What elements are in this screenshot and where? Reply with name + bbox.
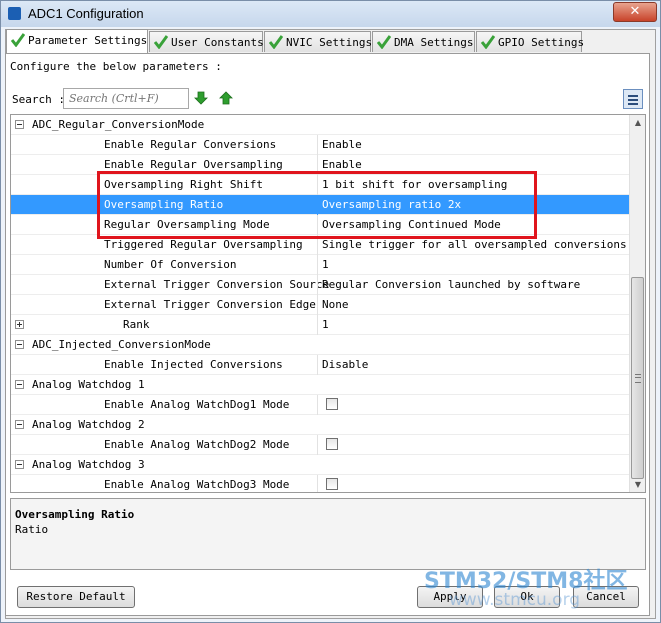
group-label: Analog Watchdog 1 <box>32 378 145 391</box>
description-panel: Oversampling Ratio Ratio <box>10 498 646 570</box>
param-name: Enable Analog WatchDog2 Mode <box>104 438 290 451</box>
tab-label: Parameter Settings <box>28 34 148 47</box>
param-value[interactable]: Enable <box>322 138 362 151</box>
param-row[interactable]: External Trigger Conversion Edge None <box>11 295 629 315</box>
check-icon <box>377 35 391 49</box>
search-label: Search : <box>12 93 65 106</box>
param-row[interactable]: External Trigger Conversion Source Regula… <box>11 275 629 295</box>
collapse-icon[interactable] <box>15 120 24 129</box>
param-name: Enable Regular Conversions <box>104 138 277 151</box>
description-title: Oversampling Ratio <box>15 508 135 521</box>
check-icon <box>481 35 495 49</box>
group-row[interactable]: ADC_Injected_ConversionMode <box>11 335 629 355</box>
param-checkbox[interactable] <box>326 478 338 490</box>
dialog-window: ADC1 Configuration ✕ Parameter Settings … <box>0 0 661 623</box>
param-name: Triggered Regular Oversampling <box>104 238 303 251</box>
param-value[interactable]: Single trigger for all oversampled conve… <box>322 238 627 251</box>
param-value[interactable]: Regular Conversion launched by software <box>322 278 580 291</box>
param-value[interactable]: 1 <box>322 258 329 271</box>
tab-label: GPIO Settings <box>498 36 585 49</box>
param-value[interactable]: Disable <box>322 358 368 371</box>
group-label: ADC_Regular_ConversionMode <box>32 118 205 131</box>
param-name: Number Of Conversion <box>104 258 237 271</box>
param-name: Oversampling Right Shift <box>104 178 263 191</box>
param-row[interactable]: Enable Analog WatchDog1 Mode <box>11 395 629 415</box>
collapse-icon[interactable] <box>15 460 24 469</box>
tab-gpio-settings[interactable]: GPIO Settings <box>476 31 585 52</box>
param-value[interactable]: Oversampling Continued Mode <box>322 218 501 231</box>
app-icon <box>8 7 21 20</box>
param-row[interactable]: Enable Regular Conversions Enable <box>11 135 629 155</box>
param-name: External Trigger Conversion Edge <box>104 298 316 311</box>
param-value[interactable]: Enable <box>322 158 362 171</box>
watermark-url: www.stmcu.org <box>449 590 581 610</box>
check-icon <box>154 35 168 49</box>
param-name: External Trigger Conversion Source <box>104 278 330 291</box>
param-row[interactable]: Enable Analog WatchDog2 Mode <box>11 435 629 455</box>
check-icon <box>11 33 25 47</box>
restore-default-button[interactable]: Restore Default <box>17 586 135 608</box>
param-row[interactable]: Triggered Regular Oversampling Single tri… <box>11 235 629 255</box>
title-bar[interactable]: ADC1 Configuration ✕ <box>1 1 660 27</box>
group-label: Analog Watchdog 2 <box>32 418 145 431</box>
group-label: ADC_Injected_ConversionMode <box>32 338 211 351</box>
param-name: Oversampling Ratio <box>104 198 224 211</box>
parameter-grid: ADC_Regular_ConversionMode Enable Regular… <box>10 114 646 493</box>
collapse-icon[interactable] <box>15 380 24 389</box>
param-row[interactable]: Oversampling Ratio Oversampling ratio 2x <box>11 195 629 215</box>
scroll-thumb[interactable] <box>631 277 644 479</box>
group-label: Analog Watchdog 3 <box>32 458 145 471</box>
collapse-icon[interactable] <box>15 420 24 429</box>
scroll-down-icon[interactable]: ▼ <box>630 477 645 492</box>
param-name: Regular Oversampling Mode <box>104 218 270 231</box>
arrow-up-icon[interactable] <box>219 91 233 105</box>
param-row[interactable]: Enable Analog WatchDog3 Mode <box>11 475 629 492</box>
search-input[interactable] <box>63 88 189 109</box>
window-title: ADC1 Configuration <box>28 6 144 21</box>
param-value[interactable]: 1 <box>322 318 329 331</box>
intro-text: Configure the below parameters : <box>10 60 222 73</box>
tab-label: NVIC Settings <box>286 36 373 49</box>
param-row[interactable]: Oversampling Right Shift 1 bit shift for … <box>11 175 629 195</box>
tab-label: DMA Settings <box>394 36 474 49</box>
param-row[interactable]: Enable Injected Conversions Disable <box>11 355 629 375</box>
vertical-scrollbar[interactable]: ▲ ▼ <box>629 115 645 492</box>
param-name: Enable Analog WatchDog1 Mode <box>104 398 290 411</box>
tab-label: User Constants <box>171 36 264 49</box>
arrow-down-icon[interactable] <box>194 91 208 105</box>
param-row[interactable]: Number Of Conversion 1 <box>11 255 629 275</box>
param-name: Enable Injected Conversions <box>104 358 283 371</box>
param-row[interactable]: Enable Regular Oversampling Enable <box>11 155 629 175</box>
param-value[interactable]: None <box>322 298 349 311</box>
param-value[interactable]: Oversampling ratio 2x <box>322 198 461 211</box>
expand-icon[interactable] <box>15 320 24 329</box>
tab-nvic-settings[interactable]: NVIC Settings <box>264 31 373 52</box>
param-value[interactable]: 1 bit shift for oversampling <box>322 178 507 191</box>
collapse-icon[interactable] <box>15 340 24 349</box>
param-row[interactable]: Rank 1 <box>11 315 629 335</box>
param-name: Enable Regular Oversampling <box>104 158 283 171</box>
param-name: Rank <box>123 318 150 331</box>
tab-user-constants[interactable]: User Constants <box>149 31 264 52</box>
tab-dma-settings[interactable]: DMA Settings <box>372 31 475 52</box>
group-row[interactable]: ADC_Regular_ConversionMode <box>11 115 629 135</box>
param-name: Enable Analog WatchDog3 Mode <box>104 478 290 491</box>
description-text: Ratio <box>15 523 49 536</box>
param-row[interactable]: Regular Oversampling Mode Oversampling Co… <box>11 215 629 235</box>
scroll-up-icon[interactable]: ▲ <box>630 115 645 130</box>
param-checkbox[interactable] <box>326 398 338 410</box>
group-row[interactable]: Analog Watchdog 3 <box>11 455 629 475</box>
check-icon <box>269 35 283 49</box>
group-row[interactable]: Analog Watchdog 2 <box>11 415 629 435</box>
close-button[interactable]: ✕ <box>613 2 657 22</box>
param-checkbox[interactable] <box>326 438 338 450</box>
tab-parameter-settings[interactable]: Parameter Settings <box>6 29 148 53</box>
group-row[interactable]: Analog Watchdog 1 <box>11 375 629 395</box>
list-view-button[interactable] <box>623 89 643 109</box>
